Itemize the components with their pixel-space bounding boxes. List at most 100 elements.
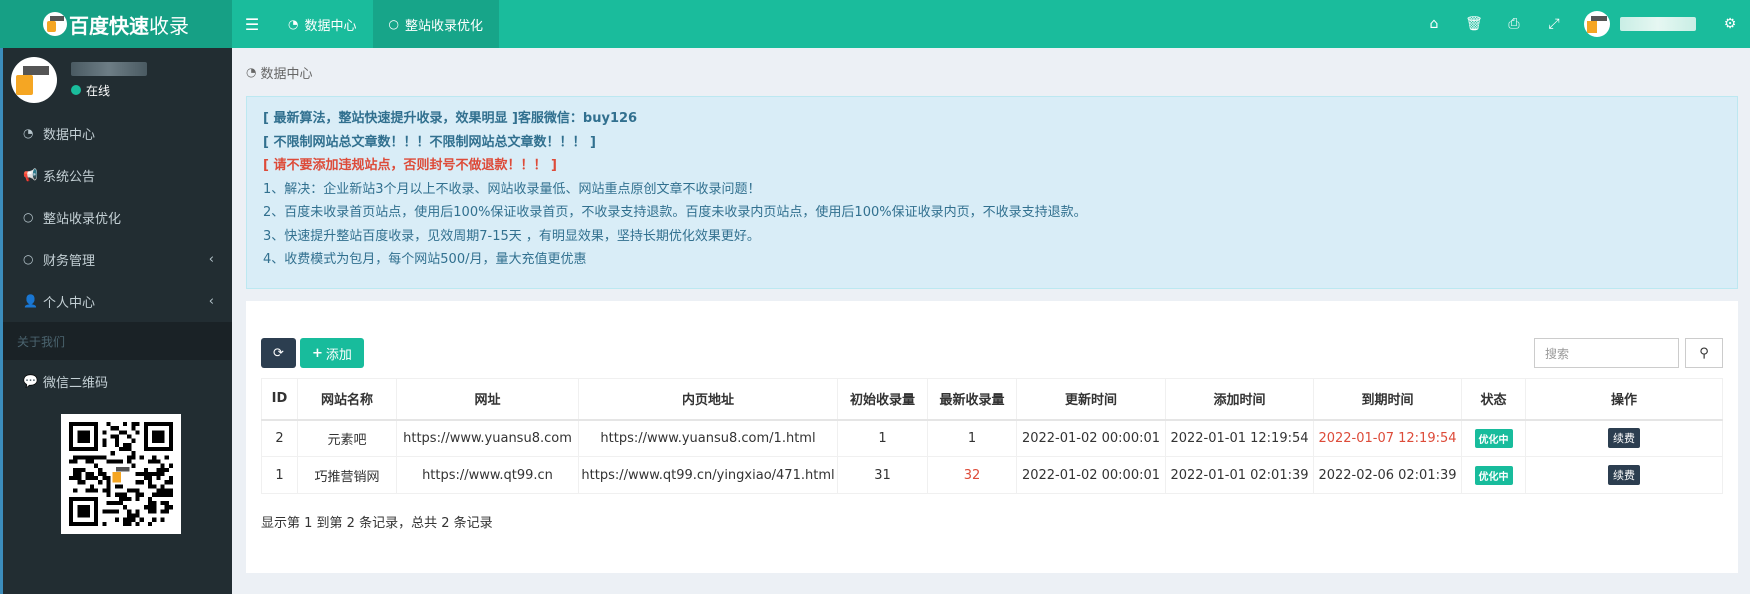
col-header-initial-count[interactable]: 初始收录量 bbox=[837, 378, 928, 421]
bullhorn-icon: 📢 bbox=[23, 168, 38, 182]
search-box: 搜索 ⚲ bbox=[1534, 338, 1723, 368]
status-label: 在线 bbox=[86, 83, 111, 98]
cell-updated: 2022-01-02 00:00:01 bbox=[1016, 456, 1166, 494]
logo-title-bold: 百度快速 bbox=[69, 13, 149, 38]
cell-action: 续费 bbox=[1525, 419, 1723, 457]
breadcrumb-label[interactable]: 数据中心 bbox=[260, 63, 312, 82]
col-header-added[interactable]: 添加时间 bbox=[1165, 378, 1314, 421]
sidebar-item-label: 数据中心 bbox=[43, 127, 96, 143]
qr-code-image bbox=[69, 422, 173, 526]
add-button-label: 添加 bbox=[325, 347, 352, 363]
home-icon[interactable]: ⌂ bbox=[1414, 16, 1454, 32]
sidebar-item-profile[interactable]: 👤 个人中心 ‹ bbox=[3, 280, 232, 322]
sidebar-item-label: 微信二维码 bbox=[43, 375, 109, 391]
cell-latest-count: 1 bbox=[927, 419, 1017, 457]
wechat-icon: 💬 bbox=[23, 374, 38, 388]
table-row: 2 元素吧 https://www.yuansu8.com https://ww… bbox=[261, 419, 1723, 457]
cell-id: 1 bbox=[261, 456, 298, 494]
sites-panel: ⟳ + 添加 搜索 ⚲ ID 网站名称 网址 内页地址 初始收录量 最新收录量 … bbox=[246, 301, 1738, 573]
add-button[interactable]: + 添加 bbox=[300, 338, 364, 368]
username-redacted bbox=[1620, 17, 1696, 31]
col-header-latest-count[interactable]: 最新收录量 bbox=[927, 378, 1017, 421]
cell-site-name: 巧推营销网 bbox=[297, 456, 397, 494]
refresh-icon: ⟳ bbox=[273, 345, 284, 361]
user-menu[interactable] bbox=[1584, 11, 1696, 37]
dashboard-icon: ◔ bbox=[246, 65, 257, 79]
cell-inner-url: https://www.qt99.cn/yingxiao/471.html bbox=[578, 456, 838, 494]
sidebar-item-label: 财务管理 bbox=[43, 253, 96, 269]
cell-status: 优化中 bbox=[1461, 456, 1526, 494]
tab-site-optimization[interactable]: ○ 整站收录优化 bbox=[372, 0, 499, 48]
trash-icon[interactable]: 🗑 bbox=[1454, 16, 1494, 32]
notice-line: 1、解决：企业新站3个月以上不收录、网站收录量低、网站重点原创文章不收录问题！ bbox=[263, 181, 761, 197]
main-content: ◔ 数据中心 [ 最新算法，整站快速提升收录，效果明显 ]客服微信：buy126… bbox=[232, 48, 1750, 594]
notice-line: 2、百度未收录首页站点，使用后100%保证收录首页，不收录支持退款。百度未收录内… bbox=[263, 205, 1087, 220]
renew-button[interactable]: 续费 bbox=[1608, 428, 1640, 449]
notice-alert: [ 最新算法，整站快速提升收录，效果明显 ]客服微信：buy126 [ 不限制网… bbox=[246, 96, 1738, 289]
menu-toggle-icon[interactable]: ☰ bbox=[232, 0, 272, 48]
settings-icon[interactable]: ⚙ bbox=[1710, 16, 1750, 32]
status-badge: 优化中 bbox=[1474, 465, 1513, 485]
logo-icon bbox=[43, 12, 67, 36]
cell-added: 2022-01-01 12:19:54 bbox=[1165, 419, 1314, 457]
tab-dashboard-label: 数据中心 bbox=[304, 18, 357, 34]
col-header-status[interactable]: 状态 bbox=[1461, 378, 1526, 421]
cell-latest-count: 32 bbox=[927, 456, 1017, 494]
notice-line: 3、快速提升整站百度收录，见效周期7-15天 ，有明显效果，坚持长期优化效果更好… bbox=[263, 228, 760, 244]
col-header-action: 操作 bbox=[1525, 378, 1723, 421]
dashboard-icon: ◔ bbox=[23, 126, 34, 140]
search-input[interactable]: 搜索 bbox=[1534, 338, 1679, 368]
renew-button[interactable]: 续费 bbox=[1608, 465, 1640, 485]
cell-expire: 2022-02-06 02:01:39 bbox=[1313, 456, 1462, 494]
chevron-left-icon: ‹ bbox=[208, 293, 214, 309]
col-header-site-name[interactable]: 网站名称 bbox=[297, 378, 397, 421]
refresh-button[interactable]: ⟳ bbox=[261, 338, 296, 368]
sidebar-item-wechat-qr[interactable]: 💬 微信二维码 bbox=[3, 360, 232, 402]
table-row: 1 巧推营销网 https://www.qt99.cn https://www.… bbox=[261, 456, 1723, 494]
avatar bbox=[1584, 11, 1610, 37]
cell-status: 优化中 bbox=[1461, 419, 1526, 457]
circle-icon: ○ bbox=[23, 210, 34, 224]
plus-icon: + bbox=[312, 345, 323, 361]
search-button[interactable]: ⚲ bbox=[1685, 338, 1723, 368]
col-header-url[interactable]: 网址 bbox=[396, 378, 579, 421]
notice-line: [ 不限制网站总文章数！！！不限制网站总文章数！！！ ] bbox=[263, 134, 596, 150]
col-header-expire[interactable]: 到期时间 bbox=[1313, 378, 1462, 421]
col-header-inner-url[interactable]: 内页地址 bbox=[578, 378, 838, 421]
sidebar-item-label: 个人中心 bbox=[43, 295, 96, 311]
cell-initial-count: 31 bbox=[837, 456, 928, 494]
col-header-updated[interactable]: 更新时间 bbox=[1016, 378, 1166, 421]
sidebar-avatar bbox=[11, 57, 57, 103]
top-navbar: ☰ ◔ 数据中心 ○ 整站收录优化 ⌂ 🗑 ⎙ ⤢ ⚙ bbox=[232, 0, 1750, 48]
notice-warning-line: [ 请不要添加违规站点，否则封号不做退款！！！ ] bbox=[263, 158, 557, 173]
translate-icon[interactable]: ⎙ bbox=[1494, 16, 1534, 32]
cell-url: https://www.yuansu8.com bbox=[396, 419, 579, 457]
cell-id: 2 bbox=[261, 419, 298, 457]
sidebar-username-redacted bbox=[71, 61, 147, 76]
sidebar-header-about: 关于我们 bbox=[3, 322, 232, 360]
sidebar-item-site-optimization[interactable]: ○ 整站收录优化 bbox=[3, 196, 232, 238]
sidebar-item-label: 整站收录优化 bbox=[43, 211, 122, 227]
col-header-id[interactable]: ID bbox=[261, 378, 298, 421]
search-icon: ⚲ bbox=[1699, 345, 1709, 361]
app-logo[interactable]: 百度快速 收录 bbox=[0, 0, 232, 48]
wechat-qr-code bbox=[61, 414, 181, 534]
circle-icon: ○ bbox=[23, 252, 34, 266]
cell-added: 2022-01-01 02:01:39 bbox=[1165, 456, 1314, 494]
sidebar-item-finance[interactable]: ○ 财务管理 ‹ bbox=[3, 238, 232, 280]
cell-action: 续费 bbox=[1525, 456, 1723, 494]
sidebar: 在线 ◔ 数据中心 📢 系统公告 ○ 整站收录优化 ○ 财务管理 ‹ 👤 个人中… bbox=[0, 48, 232, 594]
sidebar-item-announcements[interactable]: 📢 系统公告 bbox=[3, 154, 232, 196]
table-header-row: ID 网站名称 网址 内页地址 初始收录量 最新收录量 更新时间 添加时间 到期… bbox=[261, 378, 1723, 421]
circle-icon: ○ bbox=[388, 17, 399, 31]
pagination-summary: 显示第 1 到第 2 条记录，总共 2 条记录 bbox=[261, 516, 493, 531]
tab-dashboard[interactable]: ◔ 数据中心 bbox=[272, 0, 373, 48]
user-icon: 👤 bbox=[23, 294, 38, 308]
cell-expire: 2022-01-07 12:19:54 bbox=[1313, 419, 1462, 457]
sidebar-item-dashboard[interactable]: ◔ 数据中心 bbox=[3, 112, 232, 154]
fullscreen-icon[interactable]: ⤢ bbox=[1534, 16, 1574, 32]
table-toolbar: ⟳ + 添加 搜索 ⚲ bbox=[261, 338, 1723, 368]
cell-site-name: 元素吧 bbox=[297, 419, 397, 457]
cell-updated: 2022-01-02 00:00:01 bbox=[1016, 419, 1166, 457]
online-dot-icon bbox=[71, 85, 81, 95]
